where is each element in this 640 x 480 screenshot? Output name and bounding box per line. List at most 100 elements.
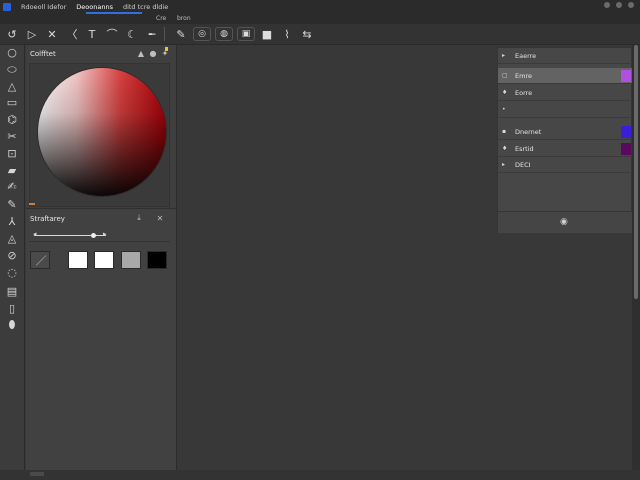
brush-panel: Straftarey ⤓ ✕ ◂ ▸: [26, 208, 176, 470]
layer-expand-icon[interactable]: ▸: [502, 52, 512, 59]
layer-bullet-icon: •: [502, 106, 506, 113]
swatch-white-1[interactable]: [68, 251, 88, 269]
layer-mask-icon: ▪: [502, 128, 507, 135]
menu-item-edit[interactable]: ditd tcre dldie: [123, 3, 168, 11]
image-icon[interactable]: ▭: [4, 95, 20, 109]
menu-item-file[interactable]: Rdoeoll Idefor: [21, 3, 66, 11]
close-icon[interactable]: [628, 2, 634, 8]
layer-label: DECI: [515, 160, 531, 169]
layer-label: Eorre: [515, 88, 533, 97]
dot-icon[interactable]: ●: [148, 48, 158, 58]
status-indicator: [30, 472, 44, 476]
layer-row-selected[interactable]: ▢ Emre: [498, 68, 633, 84]
stroke-size-slider[interactable]: ◂ ▸: [29, 229, 170, 242]
moon-icon[interactable]: ☾: [124, 26, 140, 42]
menu-bar: Rdoeoll Idefor Deoonanns ditd tcre dldie: [0, 0, 640, 14]
rotate-icon[interactable]: ↺: [4, 26, 20, 42]
vertical-scrollbar[interactable]: [632, 45, 640, 470]
subtab-bron[interactable]: bron: [177, 15, 191, 22]
left-dock: Colfftet ▲ ● ✦ Straftarey ⤓ ✕ ◂ ▸: [26, 45, 176, 470]
crop-icon[interactable]: ⊡: [4, 146, 20, 160]
layer-color-chip[interactable]: [621, 143, 631, 155]
layer-row[interactable]: ▸ Eaerre: [498, 48, 633, 64]
layers-panel: ▸ Eaerre ▢ Emre ♦ Eorre • ▪ Dnernet ♦ Es…: [497, 47, 633, 233]
video-icon[interactable]: ■: [259, 26, 275, 42]
brush-options-icon[interactable]: ⌇: [279, 26, 295, 42]
gradient-icon[interactable]: ⊘: [4, 248, 20, 262]
layer-label: Eaerre: [515, 51, 537, 60]
app-logo-icon[interactable]: [3, 3, 11, 11]
menu-item-document[interactable]: Deoonanns: [76, 3, 113, 11]
eyedropper-icon[interactable]: ✍: [4, 179, 20, 193]
layer-row[interactable]: •: [498, 102, 633, 118]
curve-tool-icon[interactable]: ⌒: [104, 26, 120, 42]
layers-footer: ◉: [498, 211, 633, 233]
layer-thumbnail-icon: ▢: [502, 72, 508, 79]
mask-icon[interactable]: ▣: [237, 27, 255, 41]
clone-icon[interactable]: ◎: [193, 27, 211, 41]
slider-knob[interactable]: [91, 233, 96, 238]
layers-tool-icon[interactable]: ▤: [4, 284, 20, 298]
toolbox: ○ ⬭ △ ▭ ⌬ ✂ ⊡ ▰ ✍ ✎ ⅄ ◬ ⊘ ◌ ▤ ▯ ⬮: [0, 45, 25, 480]
swatch-white-2[interactable]: [94, 251, 114, 269]
toolbar-divider: [164, 27, 165, 41]
layer-color-chip[interactable]: [621, 70, 631, 82]
layer-expand-icon[interactable]: ▸: [502, 161, 512, 168]
layer-row[interactable]: ▸ DECI: [498, 157, 633, 173]
layer-row[interactable]: ♦ Eorre: [498, 85, 633, 101]
shape-icon[interactable]: ⬮: [4, 318, 20, 332]
sub-tab-bar: Cre bron: [0, 14, 640, 24]
brush-tool-icon[interactable]: ✎: [4, 197, 20, 211]
layer-row[interactable]: ♦ Esrtid: [498, 141, 633, 157]
brush-panel-title: Straftarey: [30, 214, 65, 223]
bucket-icon[interactable]: ◬: [4, 231, 20, 245]
layer-row[interactable]: ▪ Dnernet: [498, 124, 633, 140]
color-panel-title: Colfftet: [30, 49, 56, 58]
target-icon[interactable]: ◍: [215, 27, 233, 41]
text-tool-icon[interactable]: T: [84, 26, 100, 42]
arrow-right-icon: ▸: [103, 230, 107, 238]
color-picker[interactable]: [29, 63, 170, 207]
chevron-left-icon[interactable]: 〈: [64, 26, 80, 42]
color-wheel[interactable]: [38, 68, 166, 196]
pin-icon[interactable]: ⤓: [134, 213, 144, 223]
window-controls: [604, 2, 634, 8]
eraser-icon[interactable]: ▰: [4, 163, 20, 177]
smudge-icon[interactable]: ⅄: [4, 214, 20, 228]
color-panel-header: Colfftet ▲ ● ✦: [26, 45, 176, 62]
layer-label: Esrtid: [515, 144, 534, 153]
minimize-icon[interactable]: [604, 2, 610, 8]
flip-icon[interactable]: ⇆: [299, 26, 315, 42]
lasso-icon[interactable]: ⌬: [4, 112, 20, 126]
brush-panel-header: Straftarey ⤓ ✕: [26, 210, 176, 227]
pen-icon[interactable]: ✎: [173, 26, 189, 42]
maximize-icon[interactable]: [616, 2, 622, 8]
status-bar: [0, 470, 640, 480]
color-slider-handle[interactable]: [165, 47, 168, 51]
triangle-icon[interactable]: △: [4, 79, 20, 93]
magic-wand-icon[interactable]: ✕: [44, 26, 60, 42]
brush-presets: [29, 247, 170, 277]
tool-options-bar: ↺ ▷ ✕ 〈 T ⌒ ☾ ╾ ✎ ◎ ◍ ▣ ■ ⌇ ⇆: [0, 24, 640, 45]
color-indicator: [29, 203, 35, 205]
scrollbar-thumb[interactable]: [634, 45, 638, 299]
layer-color-chip[interactable]: [621, 126, 631, 138]
layer-lock-icon[interactable]: ♦: [502, 89, 512, 96]
swatch-black[interactable]: [147, 251, 167, 269]
visibility-icon[interactable]: ◉: [560, 217, 568, 227]
document-icon[interactable]: ▯: [4, 301, 20, 315]
blur-icon[interactable]: ◌: [4, 265, 20, 279]
play-icon[interactable]: ▷: [24, 26, 40, 42]
brush-preset-icon[interactable]: [30, 251, 50, 269]
arrow-left-icon: ◂: [33, 230, 37, 238]
layer-lock-icon[interactable]: ♦: [502, 145, 512, 152]
ellipse-select-icon[interactable]: ⬭: [4, 63, 20, 77]
swatch-gray[interactable]: [121, 251, 141, 269]
scissors-icon[interactable]: ✂: [4, 129, 20, 143]
layer-label: Dnernet: [515, 127, 542, 136]
move-tool-icon[interactable]: ○: [4, 45, 20, 59]
subtab-cre[interactable]: Cre: [156, 15, 166, 22]
dash-icon[interactable]: ╾: [144, 26, 160, 42]
close-panel-icon[interactable]: ✕: [155, 213, 165, 223]
tint-icon[interactable]: ▲: [136, 48, 146, 58]
